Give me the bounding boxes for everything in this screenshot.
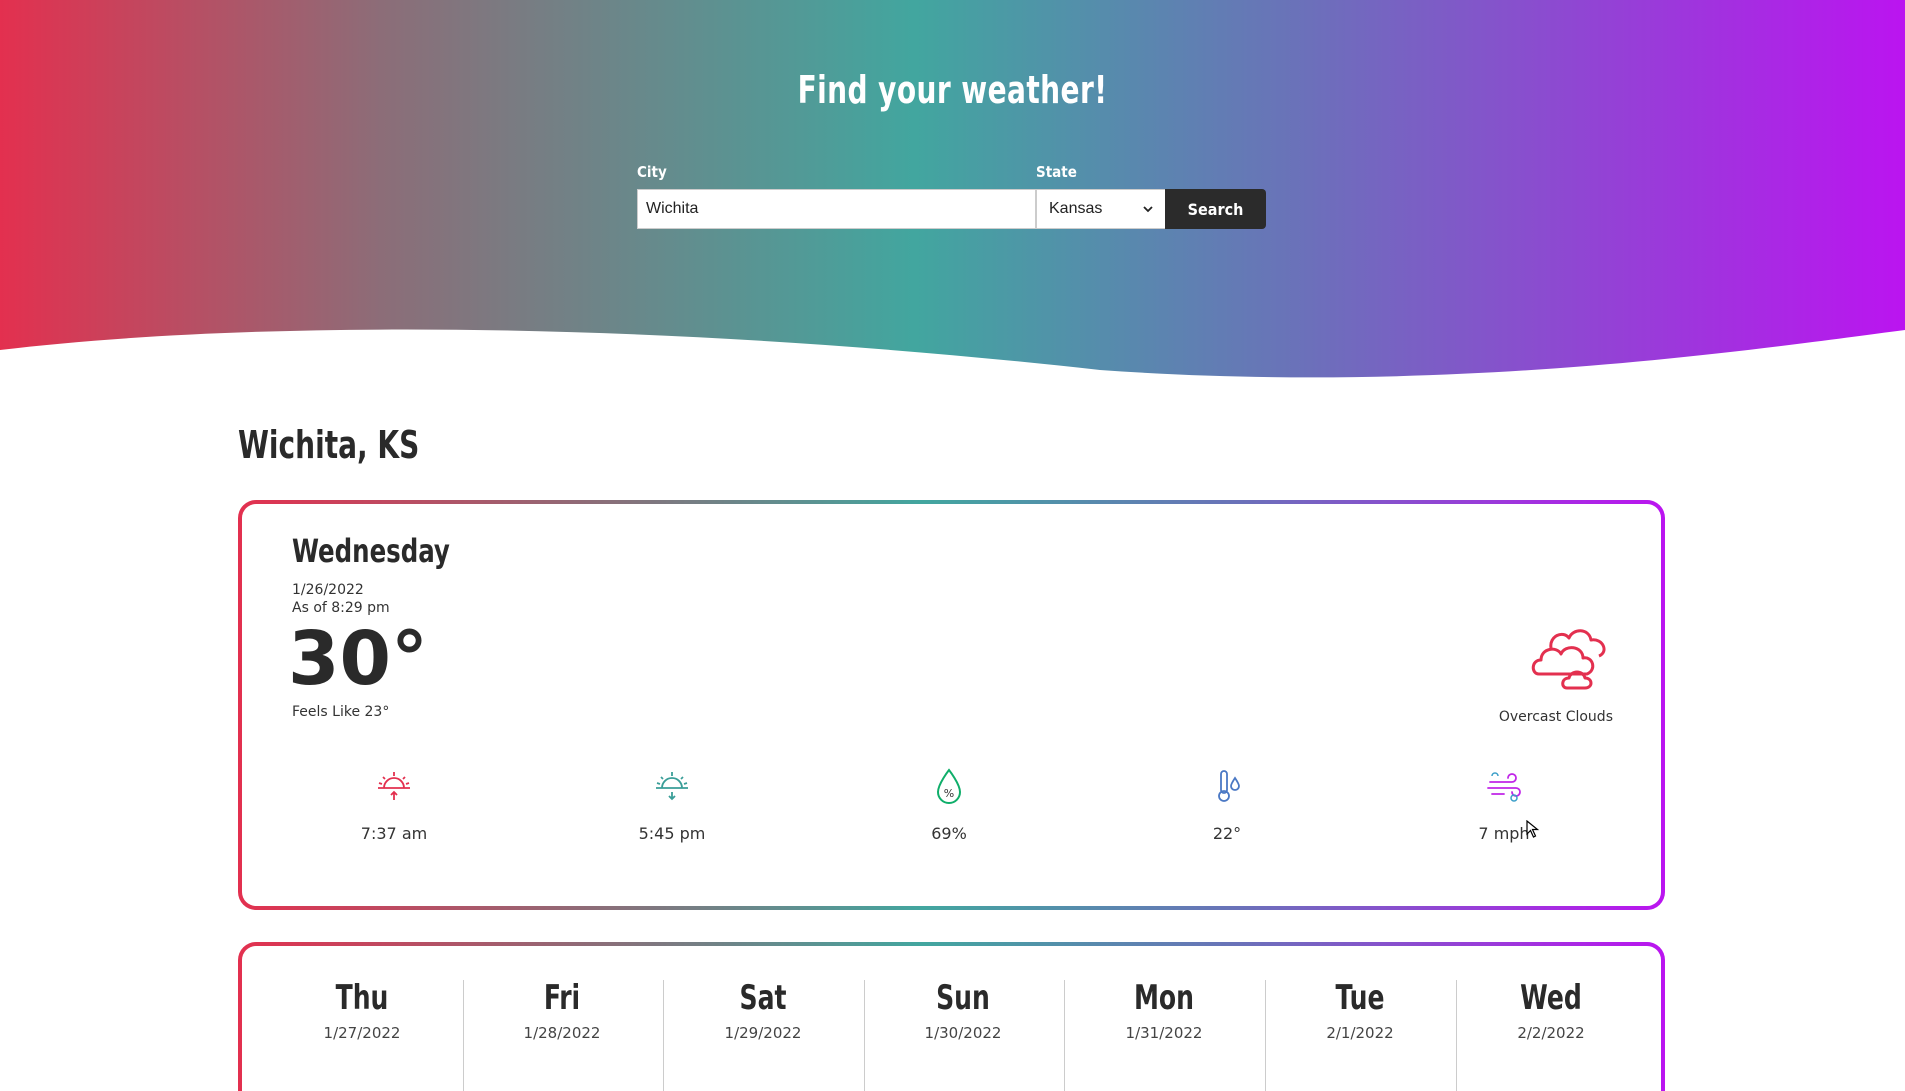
forecast-divider <box>1265 980 1266 1091</box>
current-weather-card: Wednesday 1/26/2022 As of 8:29 pm 30° Fe… <box>238 500 1665 910</box>
sunset-value: 5:45 pm <box>638 824 706 843</box>
wind-icon <box>1487 772 1521 802</box>
forecast-day-date: 1/28/2022 <box>523 1024 601 1042</box>
forecast-day-date: 2/1/2022 <box>1326 1024 1394 1042</box>
forecast-day-name: Fri <box>543 978 581 1018</box>
forecast-card: Thu 1/27/2022 Fri 1/28/2022 Sat 1/29/202… <box>238 942 1665 1091</box>
forecast-day: Sat 1/29/2022 <box>688 978 838 1042</box>
hero-banner: Find your weather! City State Kansas Sea… <box>0 0 1905 380</box>
feels-like: Feels Like 23° <box>292 704 390 720</box>
forecast-divider <box>463 980 464 1091</box>
sunrise-icon <box>378 772 410 800</box>
state-label: State <box>1036 163 1077 181</box>
forecast-day: Sun 1/30/2022 <box>888 978 1038 1042</box>
sunset-icon <box>656 772 688 801</box>
forecast-divider <box>864 980 865 1091</box>
forecast-day-date: 1/27/2022 <box>323 1024 401 1042</box>
city-input[interactable] <box>637 189 1036 229</box>
location-title: Wichita, KS <box>238 423 420 467</box>
condition-text: Overcast Clouds <box>1498 709 1613 725</box>
dew-point-value: 22° <box>1212 824 1242 843</box>
forecast-day-date: 1/30/2022 <box>924 1024 1002 1042</box>
forecast-divider <box>663 980 664 1091</box>
current-day: Wednesday <box>292 532 450 570</box>
dew-point-stat: 22° <box>1127 766 1327 843</box>
search-button[interactable]: Search <box>1165 189 1266 229</box>
overcast-clouds-icon <box>1531 629 1606 690</box>
hero-wave <box>0 329 1905 380</box>
wind-value: 7 mph <box>1478 824 1530 843</box>
humidity-icon: % <box>936 768 962 804</box>
forecast-day: Tue 2/1/2022 <box>1285 978 1435 1042</box>
forecast-day-name: Tue <box>1335 978 1385 1018</box>
sunrise-stat: 7:37 am <box>294 766 494 843</box>
humidity-stat: % 69% <box>849 766 1049 843</box>
city-label: City <box>637 163 667 181</box>
forecast-day: Mon 1/31/2022 <box>1089 978 1239 1042</box>
forecast-day-date: 1/31/2022 <box>1125 1024 1203 1042</box>
forecast-day-name: Wed <box>1520 978 1582 1018</box>
forecast-day: Thu 1/27/2022 <box>287 978 437 1042</box>
dew-point-icon <box>1218 770 1240 802</box>
forecast-day: Wed 2/2/2022 <box>1476 978 1626 1042</box>
sunrise-value: 7:37 am <box>360 824 428 843</box>
chevron-down-icon <box>1143 206 1153 213</box>
mouse-cursor-icon <box>1526 820 1540 838</box>
forecast-divider <box>1456 980 1457 1091</box>
state-select[interactable]: Kansas <box>1036 189 1166 229</box>
forecast-divider <box>1064 980 1065 1091</box>
forecast-day-name: Mon <box>1133 978 1195 1018</box>
current-date: 1/26/2022 <box>292 582 364 598</box>
humidity-value: 69% <box>931 824 967 843</box>
forecast-day-name: Sat <box>739 978 787 1018</box>
forecast-day-date: 1/29/2022 <box>724 1024 802 1042</box>
sunset-stat: 5:45 pm <box>572 766 772 843</box>
forecast-day-name: Thu <box>335 978 389 1018</box>
wind-stat: 7 mph <box>1404 766 1604 843</box>
svg-text:%: % <box>944 787 954 800</box>
forecast-day-name: Sun <box>936 978 990 1018</box>
page-title: Find your weather! <box>797 68 1108 112</box>
forecast-day-date: 2/2/2022 <box>1517 1024 1585 1042</box>
state-select-value: Kansas <box>1049 200 1103 217</box>
forecast-day: Fri 1/28/2022 <box>487 978 637 1042</box>
current-temperature: 30° <box>288 616 428 702</box>
as-of-time: As of 8:29 pm <box>292 600 390 616</box>
